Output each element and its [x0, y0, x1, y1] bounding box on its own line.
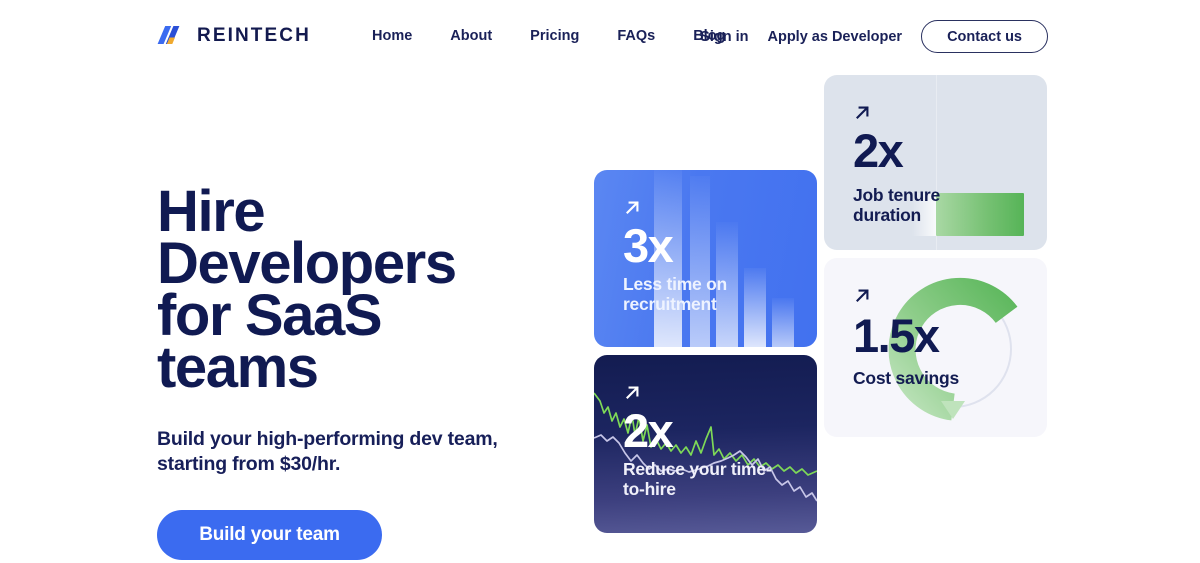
hero-subtitle: Build your high-performing dev team, sta… — [157, 428, 498, 475]
page-title: Hire Developers for SaaS teams — [157, 179, 457, 400]
nav-item-faqs[interactable]: FAQs — [617, 27, 655, 45]
nav-item-pricing[interactable]: Pricing — [530, 27, 579, 45]
stat-card-job-tenure[interactable]: 2x Job tenure duration — [824, 75, 1047, 250]
build-your-team-button[interactable]: Build your team — [157, 510, 382, 560]
stat-label: Job tenure duration — [853, 185, 940, 225]
stat-label: Less time on recruitment — [623, 274, 727, 314]
primary-nav: Home About Pricing FAQs Blog — [372, 27, 725, 45]
sign-in-link[interactable]: Sign in — [700, 21, 748, 53]
stat-label: Cost savings — [853, 368, 959, 388]
arrow-up-right-icon — [626, 386, 639, 399]
stat-value: 1.5x — [853, 309, 940, 362]
arrow-up-right-icon — [856, 106, 869, 119]
stat-value: 2x — [623, 404, 674, 457]
brand-name: REINTECH — [197, 24, 311, 46]
header-actions: Sign in Apply as Developer Contact us — [700, 20, 1048, 53]
nav-item-about[interactable]: About — [450, 27, 492, 45]
hero-copy: Hire Developers for SaaS teams Build you… — [157, 179, 587, 560]
stat-card-time-to-hire[interactable]: 2x Reduce your time- to-hire — [594, 355, 817, 533]
landing-page: REINTECH Home About Pricing FAQs Blog Si… — [0, 0, 1200, 563]
contact-us-button[interactable]: Contact us — [921, 20, 1048, 53]
brand-logo[interactable]: REINTECH — [157, 24, 311, 46]
nav-item-home[interactable]: Home — [372, 27, 412, 45]
stat-value: 3x — [623, 219, 674, 272]
arrow-up-right-icon — [626, 201, 639, 214]
stat-card-recruitment[interactable]: 3x Less time on recruitment — [594, 170, 817, 347]
reintech-logo-icon — [157, 26, 180, 44]
stat-card-cost-savings[interactable]: 1.5x Cost savings — [824, 258, 1047, 437]
site-header: REINTECH Home About Pricing FAQs Blog Si… — [0, 0, 1200, 72]
stat-label: Reduce your time- to-hire — [623, 459, 772, 499]
arrow-up-right-icon — [856, 289, 869, 302]
stat-value: 2x — [853, 124, 904, 177]
apply-as-developer-link[interactable]: Apply as Developer — [768, 21, 903, 53]
